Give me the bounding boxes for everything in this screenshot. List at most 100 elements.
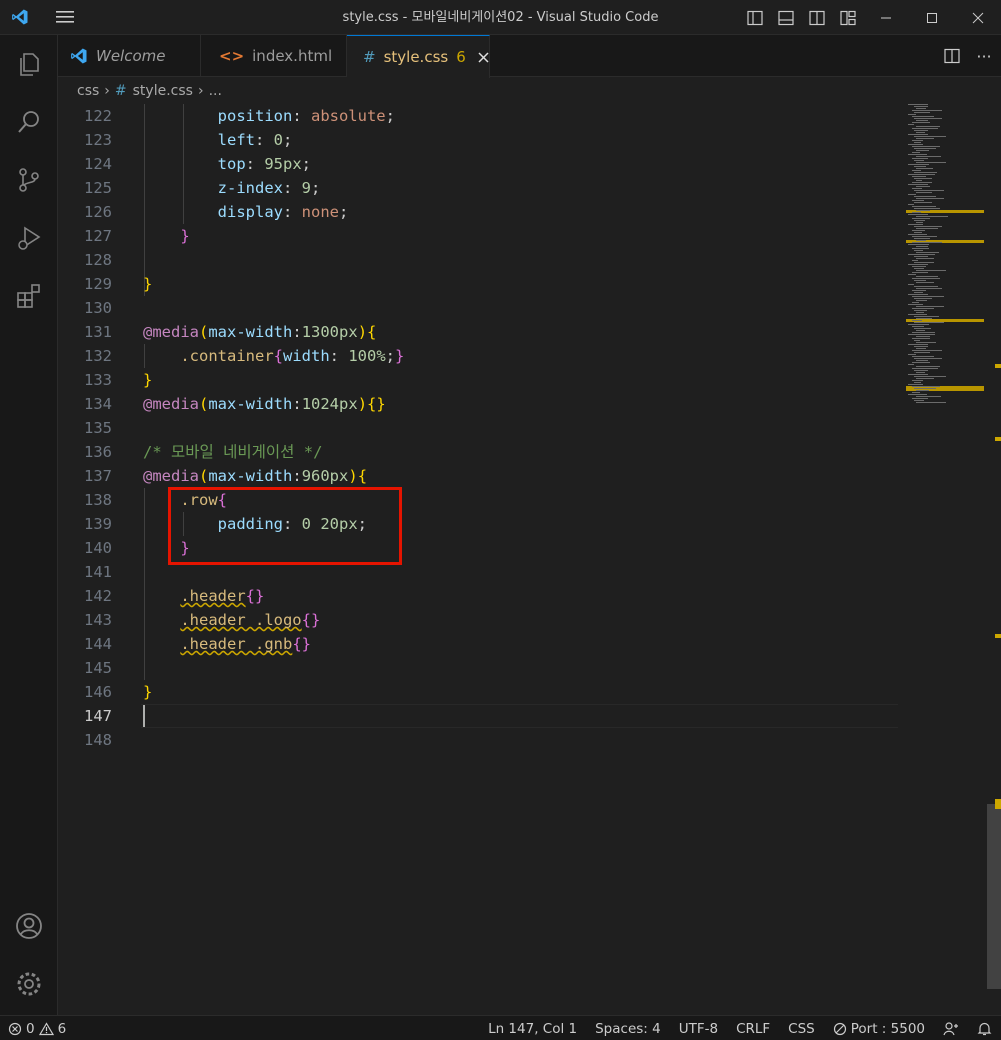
code-token: /* 모바일 네비게이션 */ — [143, 443, 323, 461]
close-tab-icon[interactable] — [478, 51, 489, 63]
tab-style-css[interactable]: # style.css 6 — [347, 35, 490, 78]
minimap-line — [912, 206, 936, 207]
code-line[interactable]: 137 @media(max-width:960px){ — [58, 464, 898, 488]
code-line[interactable]: 143 .header .logo{} — [58, 608, 898, 632]
scrollbar-thumb[interactable] — [987, 804, 1001, 989]
code-text: @media(max-width:960px){ — [143, 464, 367, 488]
code-editor[interactable]: 122 position: absolute; 123 left: 0; 124 t… — [58, 104, 1001, 1015]
minimap-line — [908, 294, 928, 295]
code-line[interactable]: 130 — [58, 296, 898, 320]
code-line[interactable]: 132 .container{width: 100%;} — [58, 344, 898, 368]
maximize-icon[interactable] — [909, 0, 955, 35]
vertical-scrollbar[interactable] — [985, 104, 1001, 1015]
code-line[interactable]: 124 top: 95px; — [58, 152, 898, 176]
code-line[interactable]: 123 left: 0; — [58, 128, 898, 152]
breadcrumb-file[interactable]: style.css — [133, 83, 193, 99]
minimap-line — [916, 120, 928, 121]
code-line[interactable]: 148 — [58, 728, 898, 752]
tab-index-html[interactable]: <> index.html — [201, 35, 347, 77]
end-of-line[interactable]: CRLF — [727, 1016, 779, 1040]
code-token: ( — [199, 467, 209, 485]
minimap-line — [908, 244, 929, 245]
code-line[interactable]: 134 @media(max-width:1024px){} — [58, 392, 898, 416]
code-text: left: 0; — [143, 128, 293, 152]
minimap-line — [916, 306, 944, 307]
tab-welcome[interactable]: Welcome — [58, 35, 201, 77]
minimap-line — [912, 368, 938, 369]
minimap-line — [912, 356, 934, 357]
minimap-line — [912, 128, 938, 129]
code-token: : — [254, 131, 274, 149]
account-icon[interactable] — [0, 897, 58, 955]
minimap-line — [916, 318, 932, 319]
explorer-icon[interactable] — [0, 35, 58, 93]
code-line[interactable]: 135 — [58, 416, 898, 440]
minimize-icon[interactable] — [863, 0, 909, 35]
minimap-line — [916, 246, 928, 247]
minimap-line — [914, 388, 936, 389]
minimap-line — [914, 376, 946, 377]
minimap-line — [914, 160, 924, 161]
title-bar: style.css - 모바일네비게이션02 - Visual Studio C… — [0, 0, 1001, 35]
minimap-line — [916, 300, 927, 301]
activity-bar — [0, 35, 58, 1015]
code-token: ) — [357, 323, 368, 341]
breadcrumb: css › # style.css › ... — [58, 78, 1001, 104]
search-icon[interactable] — [0, 93, 58, 151]
code-line[interactable]: 126 display: none; — [58, 200, 898, 224]
encoding[interactable]: UTF-8 — [670, 1016, 727, 1040]
minimap-line — [912, 248, 929, 249]
more-actions-icon[interactable]: ··· — [967, 35, 1001, 77]
toggle-primary-sidebar-icon[interactable] — [739, 0, 770, 35]
minimap-line — [914, 208, 940, 209]
code-token: ; — [385, 347, 396, 365]
code-line[interactable]: 129} — [58, 272, 898, 296]
minimap-line — [914, 238, 930, 239]
code-line[interactable]: 125 z-index: 9; — [58, 176, 898, 200]
live-server-status[interactable]: Port : 5500 — [824, 1016, 934, 1040]
language-mode[interactable]: CSS — [779, 1016, 824, 1040]
live-server-port: Port : 5500 — [850, 1020, 925, 1037]
code-line[interactable]: 144 .header .gnb{} — [58, 632, 898, 656]
minimap[interactable] — [906, 104, 984, 404]
code-token: width — [283, 347, 330, 365]
code-line[interactable]: 136 /* 모바일 네비게이션 */ — [58, 440, 898, 464]
minimap-line — [914, 358, 942, 359]
code-text: /* 모바일 네비게이션 */ — [143, 440, 322, 464]
breadcrumb-folder[interactable]: css — [77, 83, 99, 99]
run-debug-icon[interactable] — [0, 209, 58, 267]
code-line[interactable]: 142 .header{} — [58, 584, 898, 608]
source-control-icon[interactable] — [0, 151, 58, 209]
split-editor-icon[interactable] — [937, 35, 967, 77]
code-line[interactable]: 131 @media(max-width:1300px){ — [58, 320, 898, 344]
line-number: 143 — [84, 611, 112, 629]
code-line[interactable]: 133} — [58, 368, 898, 392]
vscode-logo-icon — [0, 0, 40, 35]
line-number: 141 — [84, 563, 112, 581]
settings-gear-icon[interactable] — [0, 955, 58, 1013]
breadcrumb-symbol[interactable]: ... — [209, 83, 222, 99]
problem-count-badge: 6 — [456, 48, 466, 66]
accounts-feedback-icon[interactable] — [934, 1016, 968, 1040]
minimap-line — [914, 352, 930, 353]
notifications-bell-icon[interactable] — [968, 1016, 1001, 1040]
code-line[interactable]: 147 — [58, 704, 898, 728]
cursor-position[interactable]: Ln 147, Col 1 — [479, 1016, 586, 1040]
code-line[interactable]: 128 — [58, 248, 898, 272]
code-token: top — [217, 155, 246, 173]
problems-status[interactable]: 0 6 — [8, 1016, 66, 1040]
minimap-line — [916, 150, 929, 151]
code-line[interactable]: 122 position: absolute; — [58, 104, 898, 128]
code-token: ) — [357, 395, 368, 413]
close-window-icon[interactable] — [955, 0, 1001, 35]
extensions-icon[interactable] — [0, 267, 58, 325]
indentation[interactable]: Spaces: 4 — [586, 1016, 670, 1040]
code-line[interactable]: 127 } — [58, 224, 898, 248]
code-line[interactable]: 146} — [58, 680, 898, 704]
toggle-panel-icon[interactable] — [770, 0, 801, 35]
customize-layout-icon[interactable] — [832, 0, 863, 35]
code-line[interactable]: 145 — [58, 656, 898, 680]
minimap-line — [912, 200, 924, 201]
menu-icon[interactable] — [40, 0, 90, 35]
toggle-secondary-sidebar-icon[interactable] — [801, 0, 832, 35]
